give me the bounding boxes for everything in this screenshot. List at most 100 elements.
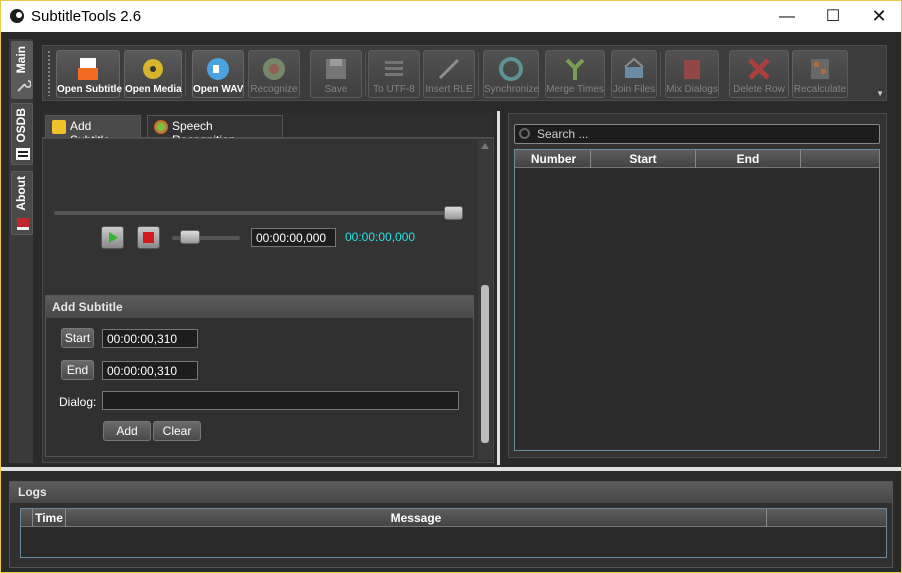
logs-table[interactable]: Time Message	[20, 508, 887, 558]
recognize-label: Recognize	[250, 84, 298, 95]
media-seek-thumb[interactable]	[444, 206, 463, 220]
delete-row-label: Delete Row	[733, 84, 785, 95]
recalculate-label: Recalculate	[793, 84, 847, 95]
column-header-message[interactable]: Message	[66, 509, 767, 527]
toolbar-separator	[365, 52, 366, 96]
window-title: SubtitleTools 2.6	[31, 8, 142, 25]
search-placeholder: Search ...	[537, 127, 589, 141]
clear-button[interactable]: Clear	[153, 421, 201, 441]
wrench-icon	[17, 80, 31, 92]
left-panel-scrollbar[interactable]	[478, 140, 492, 460]
column-header-start[interactable]: Start	[591, 150, 696, 168]
search-icon	[519, 128, 530, 139]
vertical-splitter[interactable]	[497, 111, 500, 465]
position-time-label: 00:00:00,000	[345, 230, 416, 244]
delete-row-button[interactable]: Delete Row	[729, 50, 789, 98]
column-header-end[interactable]: End	[696, 150, 801, 168]
column-header-time[interactable]: Time	[33, 509, 66, 527]
insert-rle-button[interactable]: Insert RLE	[423, 50, 475, 98]
open-subtitle-button[interactable]: Open Subtitle	[56, 50, 122, 98]
app-window: SubtitleTools 2.6 — ☐ ✕ Main OSDB About …	[0, 0, 902, 573]
osdb-icon	[16, 148, 30, 160]
volume-thumb[interactable]	[180, 230, 200, 244]
add-button[interactable]: Add	[103, 421, 151, 441]
mix-dialogs-label: Mix Dialogs	[666, 84, 718, 95]
side-tab-about-label: About	[14, 176, 28, 211]
dialog-input[interactable]	[102, 391, 459, 410]
column-header-number[interactable]: Number	[517, 150, 591, 168]
merge-times-label: Merge Times	[546, 84, 604, 95]
side-tab-main[interactable]: Main	[11, 41, 33, 99]
toolbar-separator	[478, 52, 479, 96]
merge-icon	[565, 58, 585, 80]
toolbar: Open Subtitle Open Media Open WAV Recognize…	[42, 45, 887, 101]
join-files-button[interactable]: Join Files	[611, 50, 657, 98]
current-time-field[interactable]: 00:00:00,000	[251, 228, 336, 247]
search-box[interactable]: Search ...	[514, 124, 880, 144]
left-tab-bar: Add Subtitle Speech Recognition	[42, 113, 494, 147]
recognize-button[interactable]: Recognize	[248, 50, 300, 98]
recalculate-button[interactable]: Recalculate	[792, 50, 848, 98]
open-media-label: Open Media	[125, 84, 182, 95]
horizontal-splitter[interactable]	[1, 467, 901, 471]
add-subtitle-group-title: Add Subtitle	[46, 296, 473, 318]
toolbar-separator	[185, 52, 186, 96]
side-tab-about[interactable]: About	[11, 171, 33, 235]
calculator-icon	[811, 59, 829, 79]
scrollbar-thumb[interactable]	[481, 285, 489, 443]
media-seek-track[interactable]	[54, 211, 462, 215]
play-button[interactable]	[101, 226, 124, 249]
recognize-icon	[263, 58, 285, 80]
stop-icon	[143, 232, 154, 243]
tab-add-subtitle[interactable]: Add Subtitle	[45, 115, 141, 147]
end-time-field[interactable]: 00:00:00,310	[102, 361, 198, 380]
synchronize-button[interactable]: Synchronize	[483, 50, 539, 98]
sync-icon	[499, 57, 523, 81]
start-button[interactable]: Start	[61, 328, 94, 348]
app-logo-icon	[10, 9, 24, 23]
toolbar-overflow-icon[interactable]: ▼	[876, 89, 884, 98]
speech-recognition-icon	[154, 120, 168, 134]
maximize-button[interactable]: ☐	[810, 1, 856, 32]
open-media-button[interactable]: Open Media	[124, 50, 182, 98]
save-button[interactable]: Save	[310, 50, 362, 98]
delete-x-icon	[748, 58, 770, 80]
book-icon	[17, 218, 29, 230]
logs-group: Logs Time Message	[9, 481, 893, 568]
to-utf-8-label: To UTF-8	[373, 84, 415, 95]
encoding-icon	[385, 61, 403, 76]
side-tab-bar: Main OSDB About	[9, 39, 33, 463]
subtitle-table-header: Number Start End	[515, 150, 879, 168]
logs-table-header: Time Message	[21, 509, 886, 527]
close-button[interactable]: ✕	[856, 1, 902, 32]
logs-header-spacer	[23, 509, 33, 527]
basket-icon	[624, 57, 644, 78]
open-subtitle-icon	[78, 58, 98, 80]
stop-button[interactable]	[137, 226, 160, 249]
insert-rle-label: Insert RLE	[425, 84, 473, 95]
play-icon	[109, 232, 118, 243]
open-wav-label: Open WAV	[193, 84, 244, 95]
subtitle-table[interactable]: Number Start End	[514, 149, 880, 451]
floppy-icon	[326, 59, 346, 79]
side-tab-main-label: Main	[14, 46, 28, 74]
end-button[interactable]: End	[61, 360, 94, 380]
tab-speech-recognition[interactable]: Speech Recognition	[147, 115, 283, 147]
start-time-field[interactable]: 00:00:00,310	[102, 329, 198, 348]
title-bar: SubtitleTools 2.6 — ☐ ✕	[1, 1, 901, 32]
side-tab-osdb[interactable]: OSDB	[11, 103, 33, 165]
minimize-button[interactable]: —	[764, 1, 810, 32]
film-reel-icon	[143, 59, 163, 79]
merge-times-button[interactable]: Merge Times	[545, 50, 605, 98]
scroll-up-arrow-icon[interactable]	[481, 143, 489, 149]
pen-icon	[438, 58, 460, 80]
toolbar-separator	[660, 52, 661, 96]
toolbar-grip[interactable]	[47, 50, 51, 96]
open-wav-button[interactable]: Open WAV	[192, 50, 244, 98]
dialog-label: Dialog:	[59, 395, 97, 409]
mix-dialogs-button[interactable]: Mix Dialogs	[665, 50, 719, 98]
to-utf-8-button[interactable]: To UTF-8	[368, 50, 420, 98]
synchronize-label: Synchronize	[484, 84, 540, 95]
books-icon	[684, 60, 700, 79]
join-files-label: Join Files	[612, 84, 656, 95]
